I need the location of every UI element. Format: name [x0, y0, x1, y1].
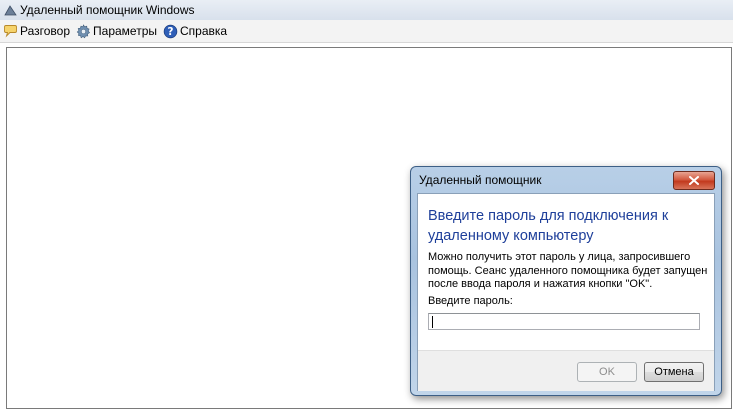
menu-item-label: Разговор [20, 24, 71, 38]
password-input[interactable] [428, 313, 700, 330]
close-button[interactable] [673, 171, 715, 190]
gear-icon [75, 23, 91, 39]
menu-item-chat[interactable]: Разговор [0, 21, 73, 41]
ok-button[interactable]: OK [577, 362, 637, 382]
dialog-body: Введите пароль для подключения к удаленн… [417, 193, 715, 391]
dialog-footer: OK Отмена [418, 350, 714, 391]
menu-item-label: Параметры [93, 24, 157, 38]
help-icon: ? [162, 23, 178, 39]
svg-text:?: ? [167, 26, 173, 38]
dialog-title: Удаленный помощник [419, 173, 542, 187]
menu-item-settings[interactable]: Параметры [73, 21, 160, 41]
password-dialog: Удаленный помощник Введите пароль для по… [410, 166, 722, 396]
close-icon [689, 176, 699, 185]
menu-item-label: Справка [180, 24, 228, 38]
password-label: Введите пароль: [428, 295, 513, 307]
window-titlebar[interactable]: Удаленный помощник Windows [0, 0, 733, 20]
window-title: Удаленный помощник Windows [20, 3, 195, 17]
cancel-button[interactable]: Отмена [644, 362, 704, 382]
chat-icon [2, 23, 18, 39]
toolbar: Разговор Параметры ? Справка [0, 20, 733, 43]
dialog-heading: Введите пароль для подключения к удаленн… [428, 208, 669, 244]
dialog-description: Можно получить этот пароль у лица, запро… [428, 251, 708, 290]
menu-item-help[interactable]: ? Справка [160, 21, 230, 41]
remote-assistance-icon [3, 4, 17, 16]
text-caret [432, 316, 433, 328]
